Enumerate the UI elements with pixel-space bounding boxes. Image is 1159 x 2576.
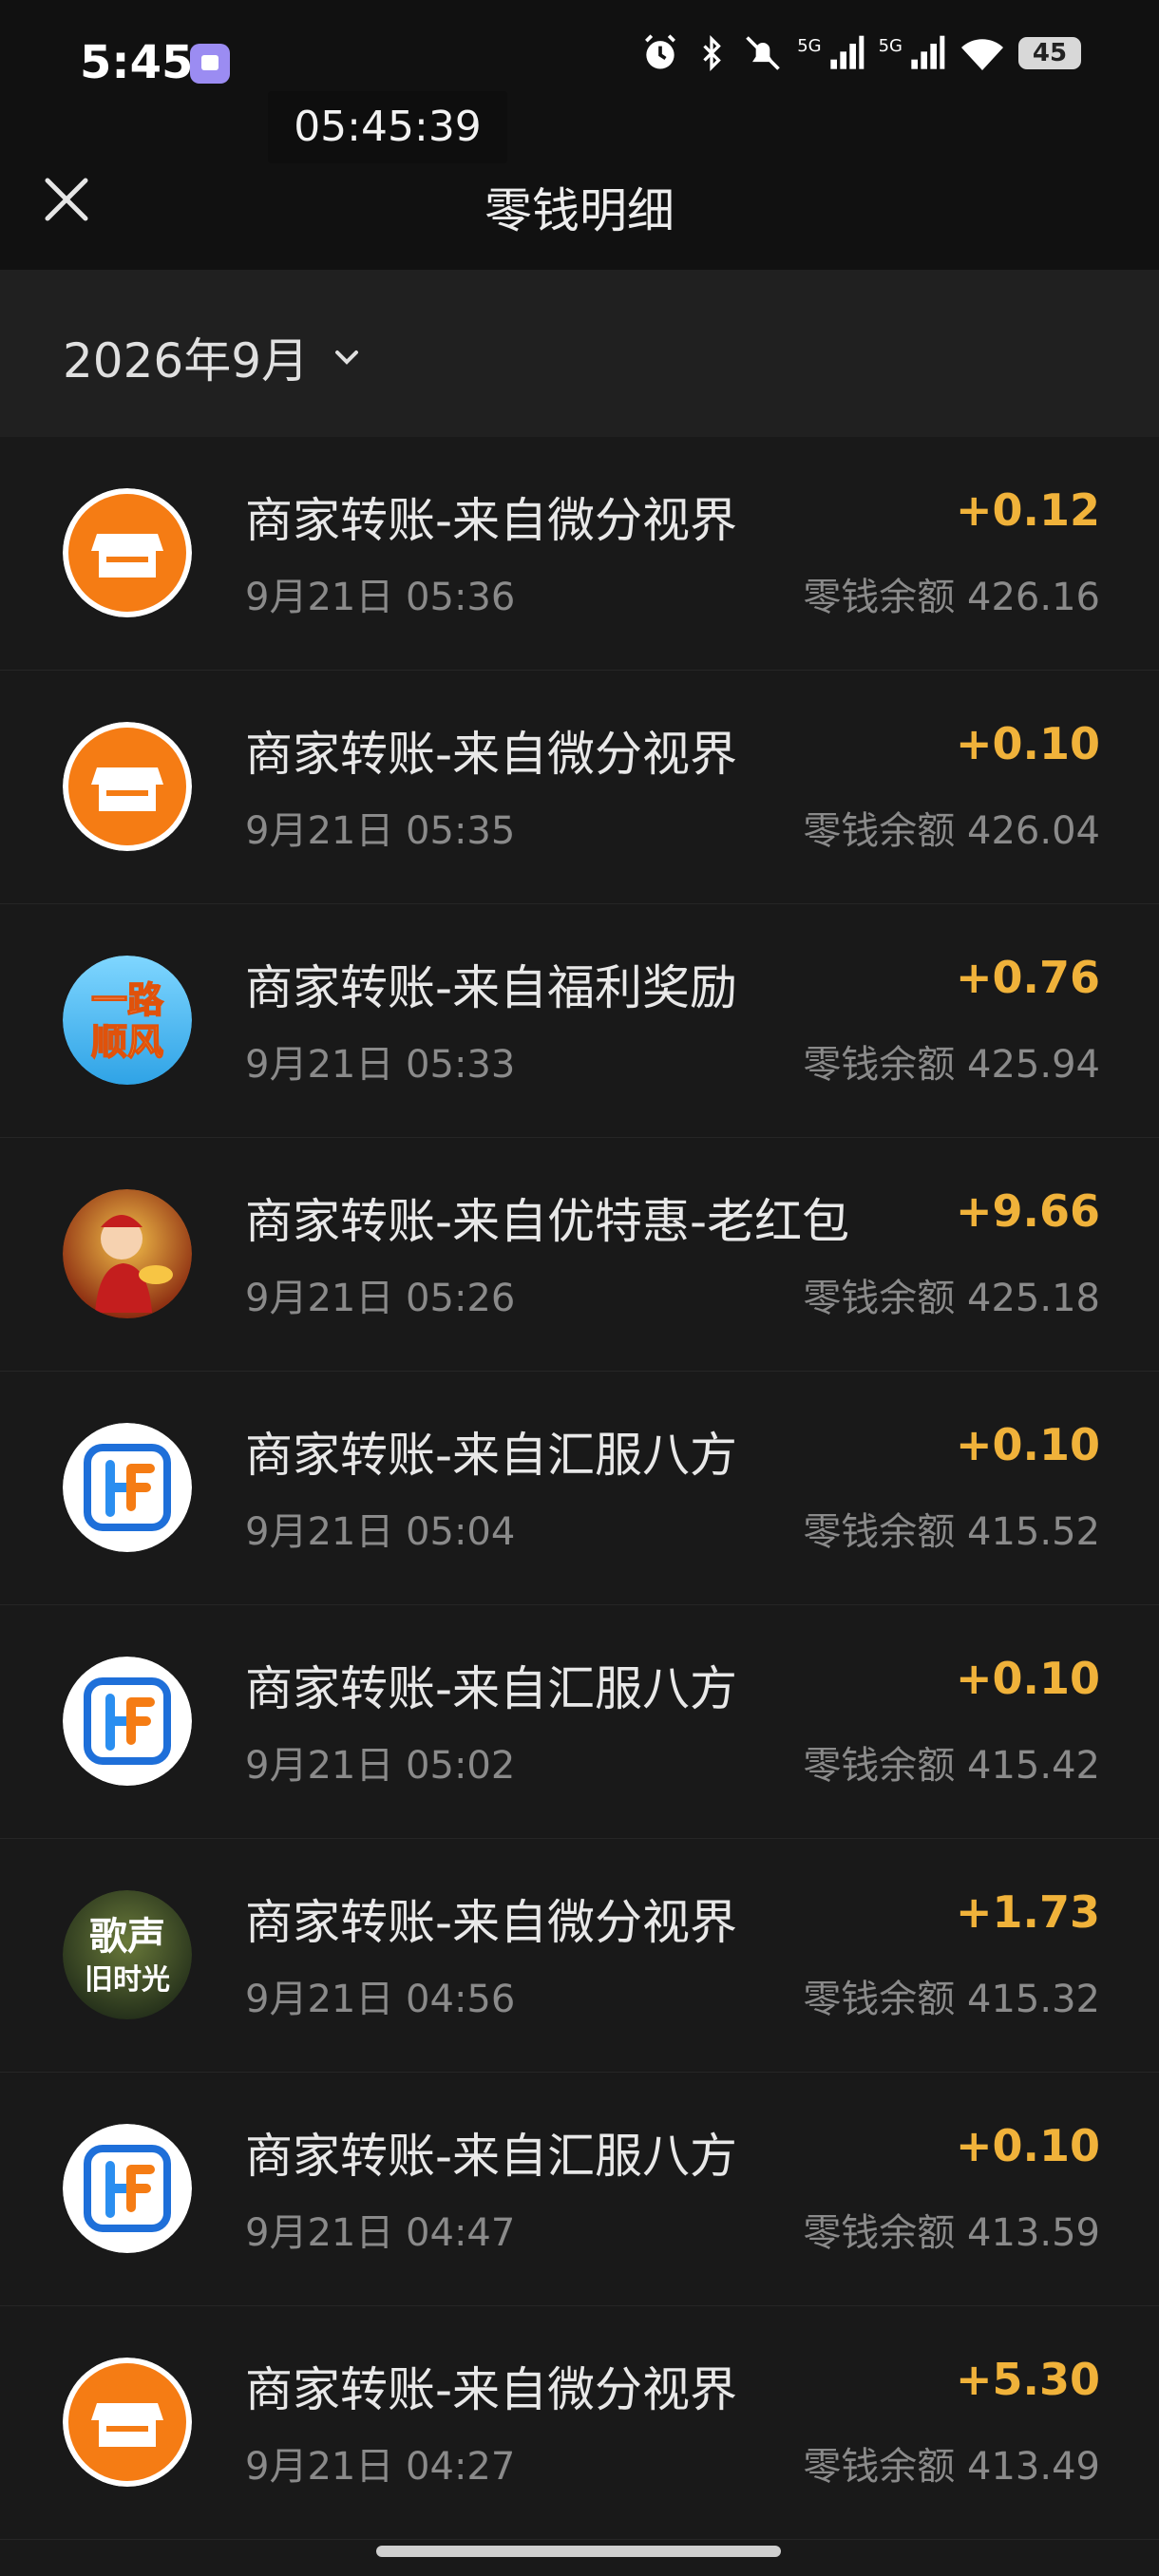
avatar-text-line1: 歌声 (89, 1915, 165, 1959)
mute-icon (746, 36, 780, 70)
month-selector[interactable]: 2026年9月 (63, 323, 364, 391)
transaction-time: 9月21日 05:26 (245, 1277, 516, 1320)
status-bar: 5:45 5G 5G 45 (0, 0, 1159, 133)
transaction-title: 商家转账-来自微分视界 (245, 493, 738, 548)
transaction-row[interactable]: 商家转账-来自汇服八方 9月21日 05:02 +0.10 零钱余额 415.42 (0, 1605, 1159, 1839)
shop-icon (63, 722, 192, 851)
hf-logo (63, 2124, 192, 2253)
signal-icon (829, 35, 864, 69)
transaction-row[interactable]: 商家转账-来自微分视界 9月21日 05:36 +0.12 零钱余额 426.16 (0, 437, 1159, 671)
balance-after: 零钱余额 415.52 (803, 1510, 1100, 1554)
transaction-title: 商家转账-来自汇服八方 (245, 2129, 738, 2184)
transaction-amount: +0.12 (955, 484, 1100, 536)
balance-after: 零钱余额 426.04 (803, 809, 1100, 853)
floating-clock: 05:45:39 (268, 91, 507, 163)
transaction-amount: +5.30 (955, 2354, 1100, 2405)
avatar-text-line2: 旧时光 (85, 1963, 170, 1997)
signal-icon (911, 35, 945, 69)
network-type-label: 5G (878, 36, 902, 56)
transaction-title: 商家转账-来自微分视界 (245, 727, 738, 782)
hf-logo (63, 1657, 192, 1786)
transaction-time: 9月21日 04:27 (245, 2445, 516, 2489)
transaction-title: 商家转账-来自优特惠-老红包 (245, 1194, 850, 1249)
chevron-down-icon (335, 350, 359, 365)
transaction-row[interactable]: 商家转账-来自汇服八方 9月21日 05:04 +0.10 零钱余额 415.52 (0, 1372, 1159, 1605)
transaction-amount: +0.76 (955, 952, 1100, 1003)
balance-after: 零钱余额 415.42 (803, 1744, 1100, 1788)
balance-after: 零钱余额 425.94 (803, 1043, 1100, 1087)
shop-icon (63, 2358, 192, 2487)
fortune-god-avatar (63, 1189, 192, 1318)
transaction-row[interactable]: 商家转账-来自微分视界 9月21日 04:27 +5.30 零钱余额 413.49 (0, 2306, 1159, 2540)
transaction-time: 9月21日 04:47 (245, 2211, 516, 2255)
avatar-text-line2: 顺风 (91, 1021, 163, 1063)
transaction-title: 商家转账-来自汇服八方 (245, 1428, 738, 1483)
transaction-title: 商家转账-来自汇服八方 (245, 1661, 738, 1716)
transaction-row[interactable]: 商家转账-来自汇服八方 9月21日 04:47 +0.10 零钱余额 413.59 (0, 2073, 1159, 2306)
transaction-amount: +9.66 (955, 1185, 1100, 1237)
transaction-amount: +0.10 (955, 1653, 1100, 1704)
status-time: 5:45 (80, 36, 194, 89)
transaction-row[interactable]: 一路 顺风 商家转账-来自福利奖励 9月21日 05:33 +0.76 零钱余额 425.… (0, 904, 1159, 1138)
transaction-time: 9月21日 05:35 (245, 809, 516, 853)
transaction-title: 商家转账-来自微分视界 (245, 1895, 738, 1950)
gesheng-logo: 歌声 旧时光 (63, 1890, 192, 2019)
transaction-row[interactable]: 歌声 旧时光 商家转账-来自微分视界 9月21日 04:56 +1.73 零钱余额 415… (0, 1839, 1159, 2073)
transaction-row[interactable]: 商家转账-来自优特惠-老红包 9月21日 05:26 +9.66 零钱余额 425.1… (0, 1138, 1159, 1372)
transaction-time: 9月21日 04:56 (245, 1978, 516, 2021)
home-indicator[interactable] (376, 2546, 781, 2557)
network-type-label: 5G (797, 36, 822, 56)
transaction-amount: +0.10 (955, 1419, 1100, 1470)
avatar-text-line1: 一路 (91, 979, 164, 1021)
yilu-shunfeng-logo: 一路 顺风 (63, 956, 192, 1085)
page-title: 零钱明细 (484, 183, 674, 238)
balance-after: 零钱余额 426.16 (803, 576, 1100, 619)
transaction-row[interactable]: 商家转账-来自微分视界 9月21日 05:35 +0.10 零钱余额 426.04 (0, 671, 1159, 904)
shop-icon (63, 488, 192, 617)
bluetooth-icon (703, 35, 722, 71)
transaction-time: 9月21日 05:33 (245, 1043, 516, 1087)
transaction-amount: +0.10 (955, 2120, 1100, 2171)
balance-after: 零钱余额 413.59 (803, 2211, 1100, 2255)
status-icons: 5G 5G 45 (639, 32, 1081, 74)
transaction-list: 商家转账-来自微分视界 9月21日 05:36 +0.12 零钱余额 426.16 商家… (0, 437, 1159, 2540)
balance-after: 零钱余额 413.49 (803, 2445, 1100, 2489)
balance-after: 零钱余额 415.32 (803, 1978, 1100, 2021)
month-label: 2026年9月 (63, 333, 310, 388)
transaction-amount: +1.73 (955, 1886, 1100, 1938)
transaction-time: 9月21日 05:36 (245, 576, 516, 619)
month-filter-bar: 2026年9月 (0, 270, 1159, 437)
nav-bar: 零钱明细 (0, 133, 1159, 270)
transaction-title: 商家转账-来自福利奖励 (245, 960, 738, 1015)
transaction-time: 9月21日 05:02 (245, 1744, 516, 1788)
transaction-title: 商家转账-来自微分视界 (245, 2362, 738, 2417)
app-notification-icon (190, 44, 230, 84)
transaction-time: 9月21日 05:04 (245, 1510, 516, 1554)
hf-logo (63, 1423, 192, 1552)
wifi-icon (961, 39, 1003, 70)
battery-icon: 45 (1018, 37, 1081, 69)
balance-after: 零钱余额 425.18 (803, 1277, 1100, 1320)
alarm-icon (645, 34, 676, 69)
transaction-amount: +0.10 (955, 718, 1100, 769)
